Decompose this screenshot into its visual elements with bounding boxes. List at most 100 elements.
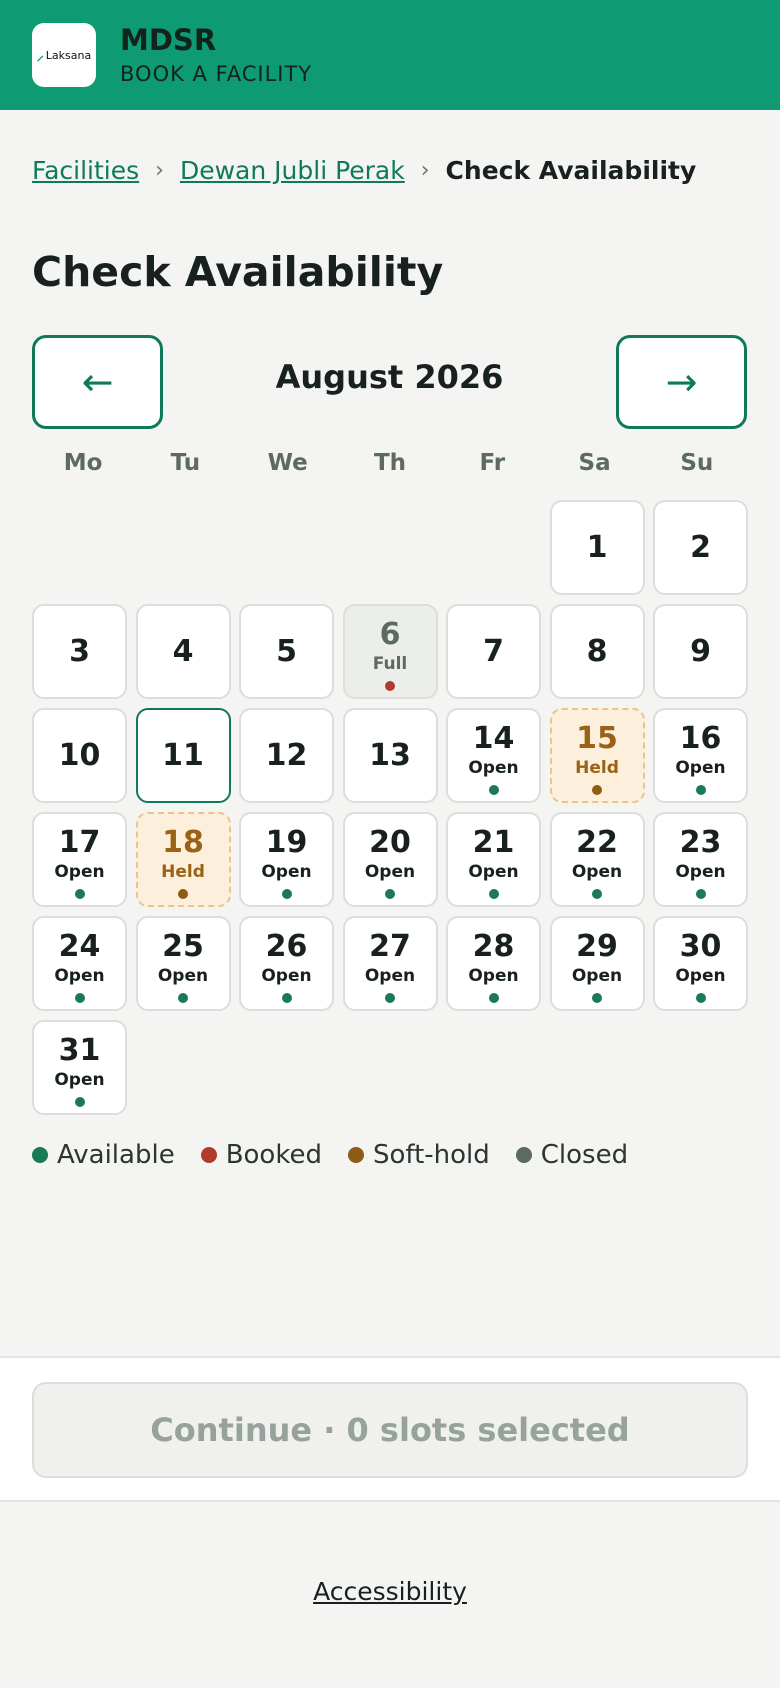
day-status: Open bbox=[571, 966, 623, 986]
day-number: 10 bbox=[58, 737, 101, 773]
status-dot-icon bbox=[178, 889, 188, 899]
breadcrumb-link-facilities[interactable]: Facilities bbox=[32, 156, 139, 185]
calendar-day-19[interactable]: 19 Open bbox=[239, 812, 334, 907]
weekday-label: Sa bbox=[578, 450, 611, 476]
day-number: 31 bbox=[58, 1033, 101, 1068]
day-number: 30 bbox=[679, 929, 722, 964]
calendar-day-4[interactable]: 4 bbox=[135, 604, 231, 699]
day-number: 3 bbox=[69, 633, 90, 669]
day-status: Open bbox=[468, 966, 519, 986]
availability-legend: Available Booked Soft-hold Closed bbox=[32, 1140, 654, 1170]
day-status: Full bbox=[372, 654, 408, 674]
continue-button[interactable]: Continue · 0 slots selected bbox=[32, 1382, 748, 1478]
calendar-day-10[interactable]: 10 bbox=[32, 708, 127, 803]
chevron-right-icon: › bbox=[420, 158, 430, 183]
breadcrumb: Facilities › Dewan Jubli Perak › Check A… bbox=[32, 156, 696, 185]
action-bar: Continue · 0 slots selected bbox=[0, 1356, 780, 1502]
day-status: Open bbox=[261, 966, 312, 986]
legend-dot-icon bbox=[200, 1147, 217, 1163]
app-logo[interactable]: ⸝ Laksana bbox=[32, 23, 96, 87]
status-dot-icon bbox=[281, 889, 292, 899]
calendar-day-27[interactable]: 27 Open bbox=[342, 916, 438, 1011]
status-dot-icon bbox=[74, 1097, 85, 1107]
day-number: 27 bbox=[369, 929, 411, 964]
calendar-day-15[interactable]: 15 Held bbox=[549, 708, 645, 803]
calendar-day-6[interactable]: 6 Full bbox=[342, 604, 438, 699]
legend-label: Booked bbox=[225, 1140, 322, 1170]
logo-text: Laksana bbox=[45, 48, 92, 62]
calendar-day-29[interactable]: 29 Open bbox=[549, 916, 645, 1011]
calendar-day-11[interactable]: 11 bbox=[135, 708, 231, 803]
calendar-day-18[interactable]: 18 Held bbox=[135, 812, 231, 907]
chevron-right-icon: › bbox=[155, 158, 164, 183]
calendar-day-1[interactable]: 1 bbox=[549, 500, 645, 595]
calendar-day-28[interactable]: 28 Open bbox=[446, 916, 541, 1011]
next-month-button[interactable]: → bbox=[616, 335, 747, 429]
calendar-day-3[interactable]: 3 bbox=[32, 604, 127, 699]
day-number: 4 bbox=[172, 633, 194, 669]
legend-label: Available bbox=[57, 1140, 175, 1170]
calendar-day-8[interactable]: 8 bbox=[549, 604, 645, 699]
day-number: 1 bbox=[586, 529, 608, 565]
breadcrumb-link-venue[interactable]: Dewan Jubli Perak bbox=[180, 156, 405, 185]
day-number: 28 bbox=[472, 929, 515, 964]
day-number: 23 bbox=[679, 825, 722, 860]
calendar-day-13[interactable]: 13 bbox=[342, 708, 438, 803]
status-dot-icon bbox=[695, 993, 706, 1003]
calendar-day-31[interactable]: 31 Open bbox=[32, 1020, 127, 1115]
calendar-day-26[interactable]: 26 Open bbox=[239, 916, 334, 1011]
calendar-day-24[interactable]: 24 Open bbox=[32, 916, 127, 1011]
day-number: 7 bbox=[483, 633, 504, 669]
day-number: 21 bbox=[472, 825, 515, 860]
day-number: 16 bbox=[679, 721, 722, 756]
app-header: ⸝ Laksana MDSR BOOK A FACILITY bbox=[0, 0, 780, 110]
calendar-day-30[interactable]: 30 Open bbox=[653, 916, 748, 1011]
day-status: Open bbox=[157, 966, 209, 986]
legend-item: Soft-hold bbox=[347, 1140, 490, 1170]
calendar-day-23[interactable]: 23 Open bbox=[653, 812, 748, 907]
weekday-label: Su bbox=[680, 450, 714, 476]
calendar-day-22[interactable]: 22 Open bbox=[549, 812, 645, 907]
status-dot-icon bbox=[281, 993, 292, 1003]
day-status: Held bbox=[575, 758, 619, 778]
day-status: Open bbox=[675, 966, 726, 986]
day-number: 15 bbox=[576, 721, 618, 756]
calendar-day-16[interactable]: 16 Open bbox=[653, 708, 748, 803]
calendar-day-17[interactable]: 17 Open bbox=[32, 812, 127, 907]
calendar-day-21[interactable]: 21 Open bbox=[446, 812, 541, 907]
legend-dot-icon bbox=[515, 1147, 532, 1163]
calendar-day-9[interactable]: 9 bbox=[653, 604, 748, 699]
brand-block: MDSR BOOK A FACILITY bbox=[120, 23, 312, 85]
calendar-day-14[interactable]: 14 Open bbox=[446, 708, 541, 803]
breadcrumb-current: Check Availability bbox=[445, 156, 697, 185]
day-number: 2 bbox=[690, 529, 711, 565]
day-number: 19 bbox=[265, 825, 308, 860]
weekday-label: Tu bbox=[170, 450, 201, 476]
calendar-day-12[interactable]: 12 bbox=[239, 708, 334, 803]
prev-month-button[interactable]: ← bbox=[32, 335, 163, 429]
day-status: Open bbox=[571, 862, 623, 882]
calendar-grid: 1 2 3 4 5 6 Full 7 8 9 10 11 12 13 14 Open 15 Held 16 Open 1… bbox=[32, 500, 748, 1115]
status-dot-icon bbox=[488, 889, 499, 899]
day-number: 17 bbox=[58, 825, 101, 860]
weekday-label: Fr bbox=[479, 450, 506, 476]
calendar-day-2[interactable]: 2 bbox=[653, 500, 748, 595]
status-dot-icon bbox=[695, 785, 706, 795]
status-dot-icon bbox=[488, 785, 499, 795]
legend-dot-icon bbox=[32, 1147, 48, 1163]
accessibility-link[interactable]: Accessibility bbox=[0, 1577, 780, 1606]
day-status: Open bbox=[675, 758, 726, 778]
day-status: Open bbox=[468, 862, 519, 882]
arrow-left-icon: ← bbox=[81, 360, 114, 404]
day-status: Open bbox=[468, 758, 519, 778]
day-number: 11 bbox=[162, 737, 204, 773]
day-number: 12 bbox=[265, 737, 308, 773]
weekday-label: Th bbox=[373, 450, 407, 476]
status-dot-icon bbox=[592, 785, 602, 795]
calendar-day-7[interactable]: 7 bbox=[446, 604, 541, 699]
day-number: 13 bbox=[369, 737, 411, 773]
arrow-right-icon: → bbox=[665, 360, 698, 404]
calendar-day-25[interactable]: 25 Open bbox=[135, 916, 231, 1011]
calendar-day-5[interactable]: 5 bbox=[239, 604, 334, 699]
calendar-day-20[interactable]: 20 Open bbox=[342, 812, 438, 907]
